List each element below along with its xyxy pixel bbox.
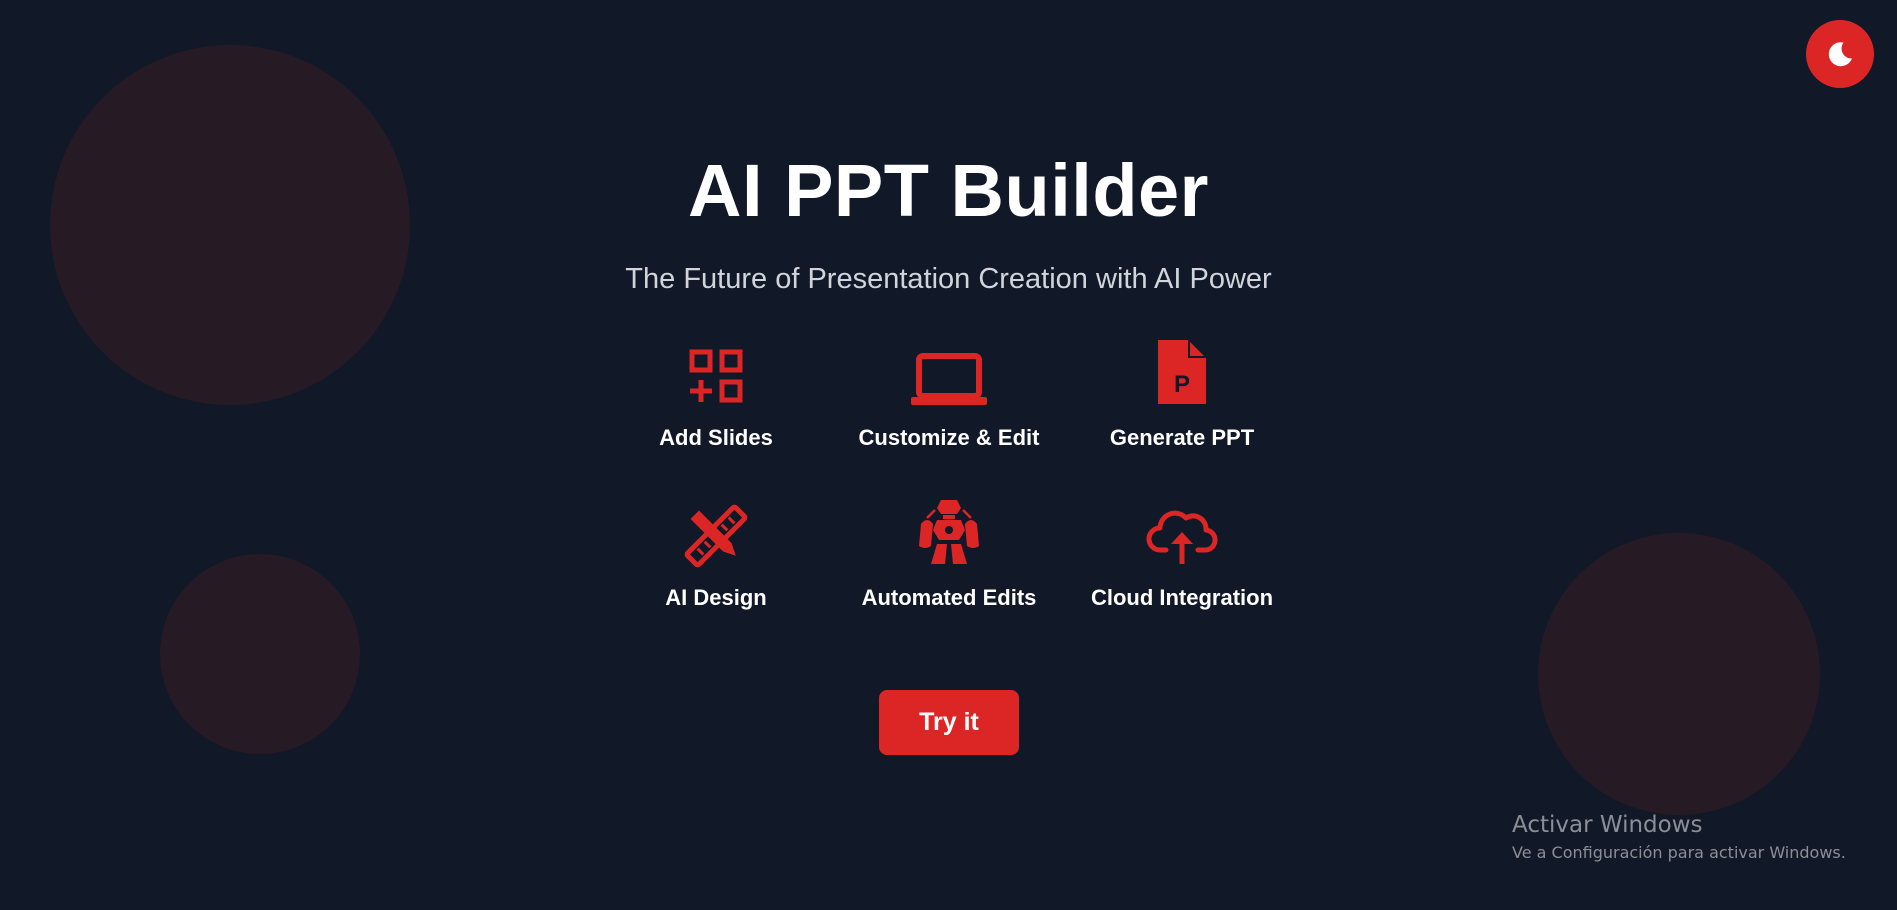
ppt-file-icon: P: [1154, 330, 1210, 408]
robot-icon: [913, 490, 985, 568]
feature-label: Cloud Integration: [1090, 585, 1274, 610]
feature-label: Customize & Edit: [858, 425, 1040, 450]
feature-label: AI Design: [665, 585, 767, 610]
laptop-icon: [909, 330, 989, 408]
feature-label: Generate PPT: [1109, 425, 1255, 450]
windows-activation-watermark: Activar Windows Ve a Configuración para …: [1512, 810, 1846, 864]
feature-generate-ppt: P Generate PPT: [1062, 330, 1302, 452]
watermark-subtitle: Ve a Configuración para activar Windows.: [1512, 843, 1846, 862]
feature-cloud-integration: Cloud Integration: [1062, 490, 1302, 612]
add-slides-grid-icon: [684, 330, 748, 408]
cloud-upload-icon: [1146, 490, 1218, 568]
pencil-ruler-icon: [684, 490, 748, 568]
feature-label: Add Slides: [659, 425, 773, 450]
landing-page: AI PPT Builder The Future of Presentatio…: [0, 0, 1897, 910]
features-grid: Add Slides Customize & Edit P Generate P…: [0, 0, 1897, 910]
svg-text:P: P: [1174, 371, 1190, 398]
feature-automated-edits: Automated Edits: [829, 490, 1069, 612]
feature-customize-edit: Customize & Edit: [829, 330, 1069, 452]
watermark-title: Activar Windows: [1512, 812, 1703, 838]
feature-label: Automated Edits: [861, 585, 1037, 610]
try-it-button[interactable]: Try it: [879, 690, 1019, 755]
feature-ai-design: AI Design: [596, 490, 836, 612]
feature-add-slides: Add Slides: [596, 330, 836, 452]
